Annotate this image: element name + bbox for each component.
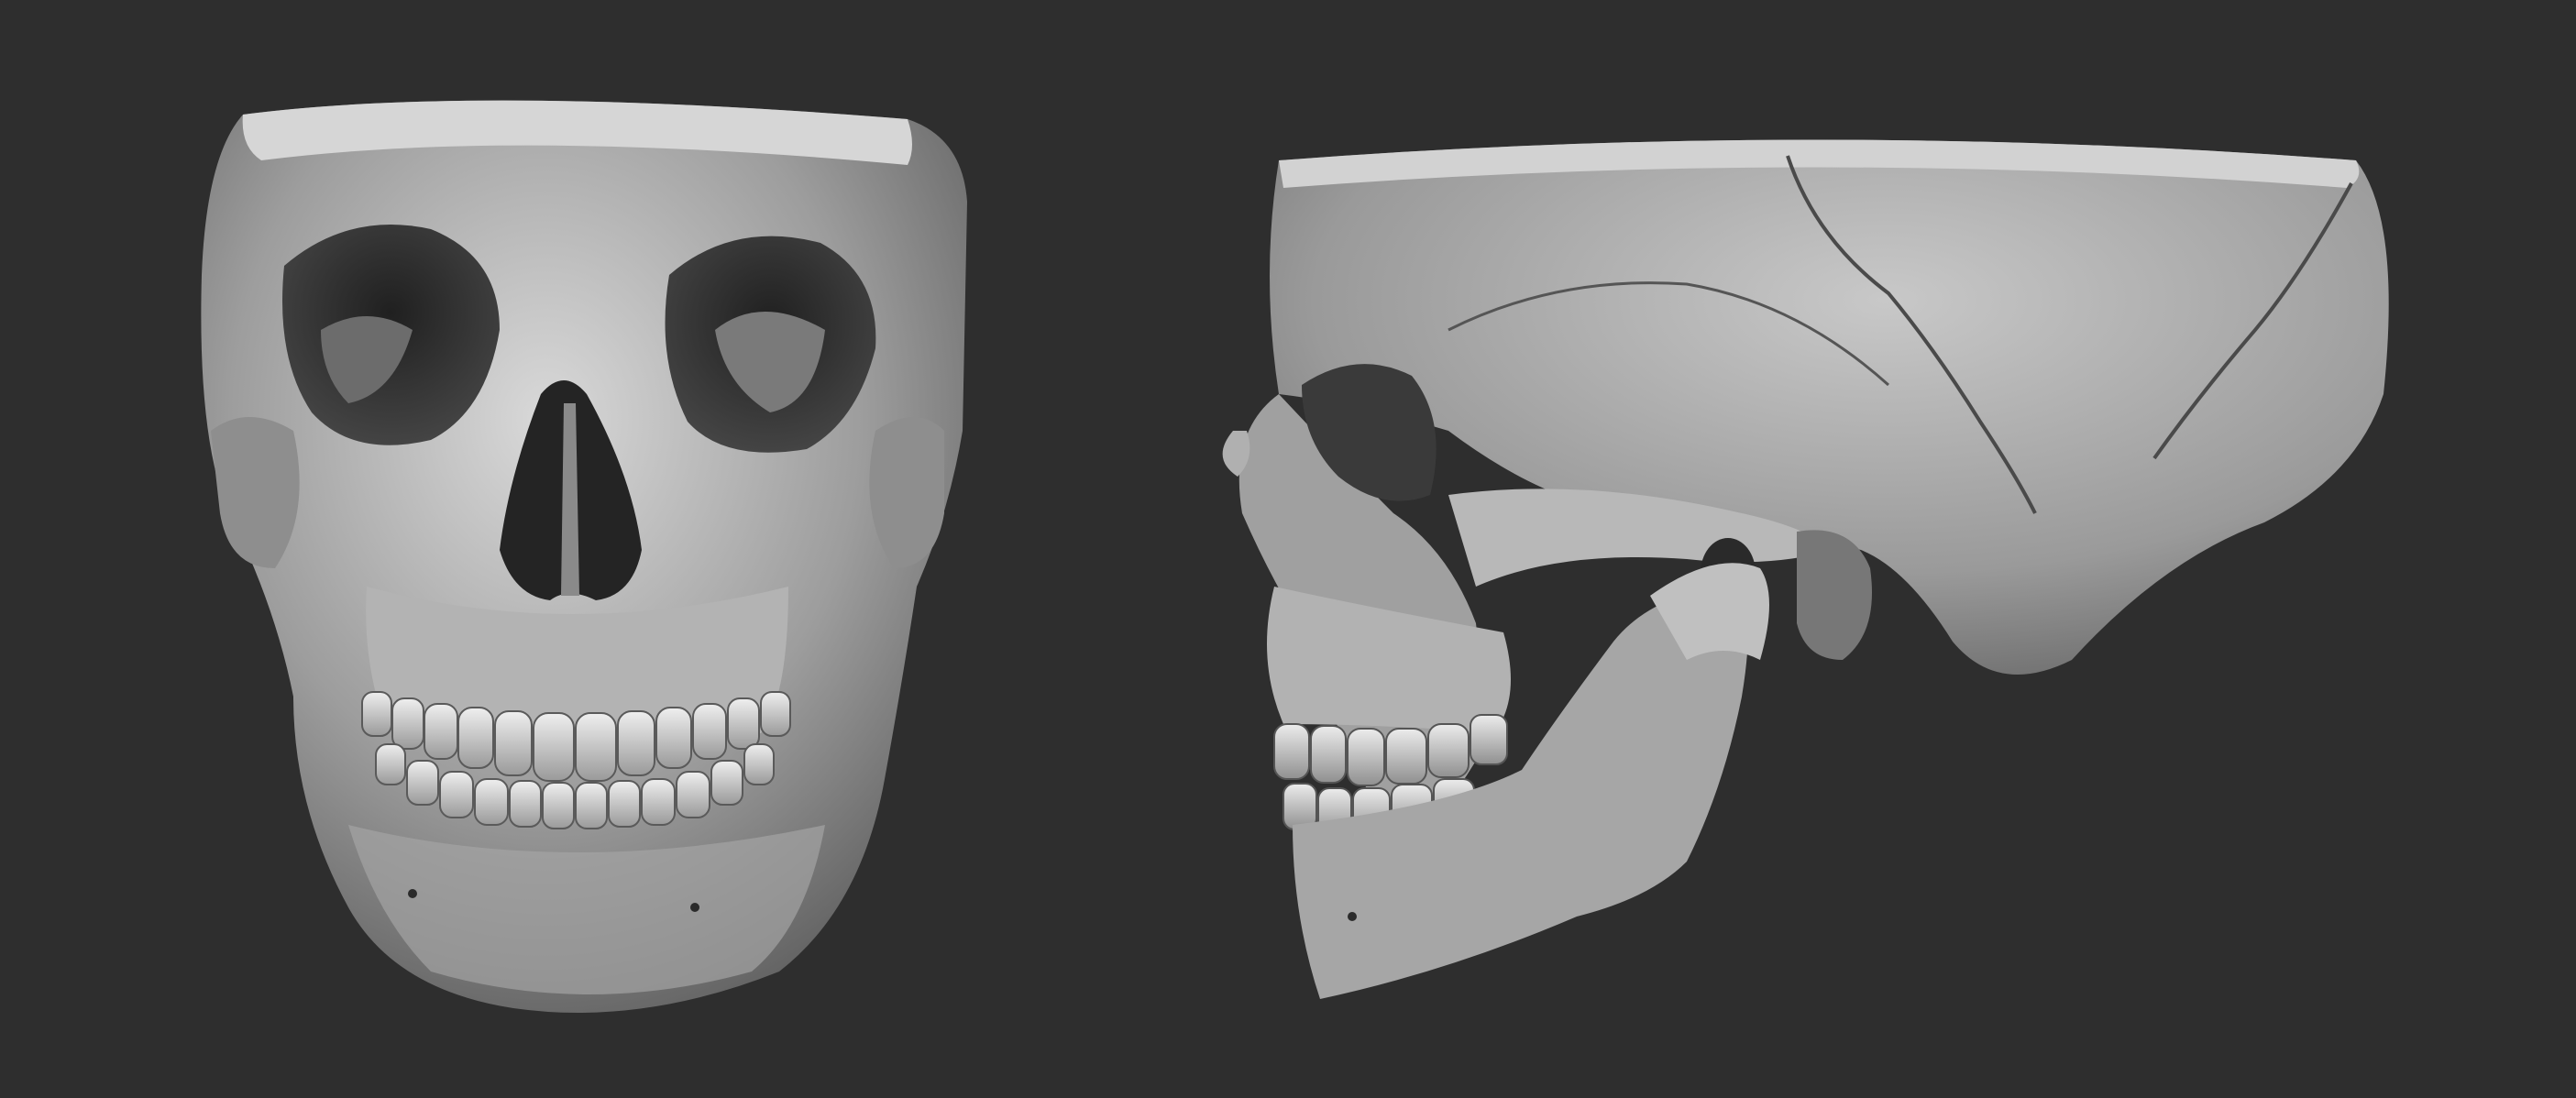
side-mental-foramen	[1348, 912, 1357, 921]
front-right-mental-foramen	[690, 903, 699, 912]
skull-side-render	[1222, 139, 2389, 999]
skull-front-view	[0, 0, 1247, 1098]
front-left-cheekbone	[211, 417, 300, 568]
skull-front-render	[201, 100, 967, 1013]
skull-side-view	[1173, 0, 2576, 1098]
viewport-canvas	[0, 0, 2576, 1098]
front-left-mental-foramen	[408, 889, 417, 898]
